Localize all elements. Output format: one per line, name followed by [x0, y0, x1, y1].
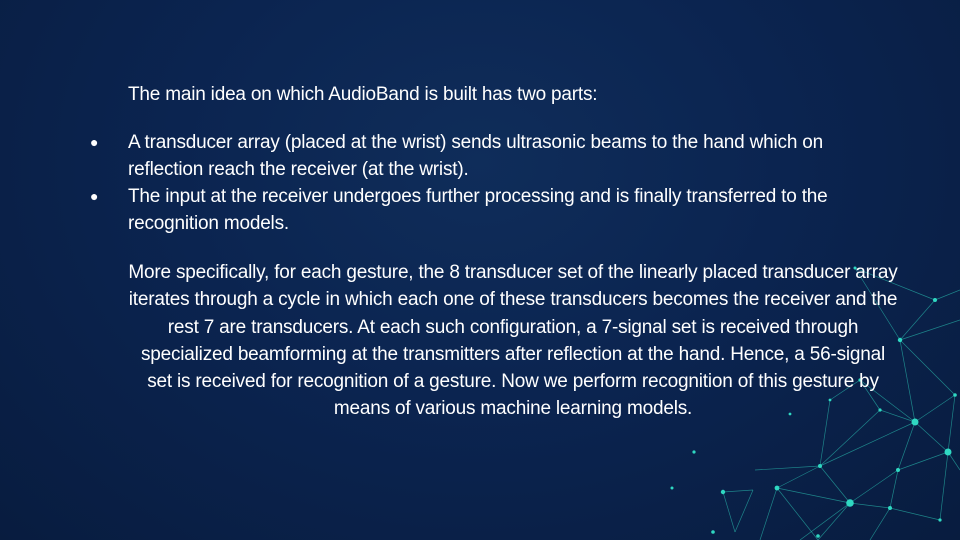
bullet-marker: ● [90, 188, 99, 204]
bullet-item: ● A transducer array (placed at the wris… [80, 129, 880, 183]
slide: The main idea on which AudioBand is buil… [0, 0, 960, 540]
bullet-marker: ● [90, 134, 99, 150]
bullet-text: A transducer array (placed at the wrist)… [128, 132, 824, 180]
intro-text: The main idea on which AudioBand is buil… [128, 84, 598, 105]
bullet-list: ● A transducer array (placed at the wris… [80, 129, 880, 237]
bullet-text: The input at the receiver undergoes furt… [128, 186, 828, 234]
detail-paragraph: More specifically, for each gesture, the… [128, 262, 898, 420]
bullet-item: ● The input at the receiver undergoes fu… [80, 183, 880, 237]
